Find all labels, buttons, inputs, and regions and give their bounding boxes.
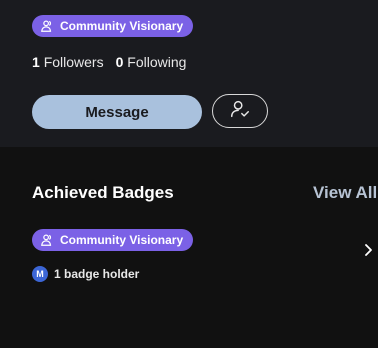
profile-header: Community Visionary 1 Followers 0 Followi… — [0, 0, 378, 147]
user-follow-icon — [229, 98, 251, 125]
view-all-link[interactable]: View All — [313, 183, 377, 203]
badge-label: Community Visionary — [60, 19, 184, 33]
badge-list-item[interactable]: Community Visionary — [32, 229, 194, 251]
badge-holder-count: 1 badge holder — [54, 267, 140, 281]
follow-counts: 1 Followers 0 Following — [32, 54, 186, 70]
avatar: M — [32, 266, 48, 282]
people-icon — [40, 233, 54, 247]
community-badge[interactable]: Community Visionary — [32, 15, 194, 37]
badge-holder-row[interactable]: M 1 badge holder — [32, 266, 139, 282]
followers-count: 1 — [32, 54, 40, 70]
chevron-right-icon[interactable] — [362, 243, 374, 257]
people-icon — [40, 19, 54, 33]
following-count: 0 — [115, 54, 124, 70]
following-label[interactable]: Following — [127, 54, 186, 70]
section-title: Achieved Badges — [32, 183, 174, 202]
followers-label[interactable]: Followers — [44, 54, 104, 70]
message-button[interactable]: Message — [32, 95, 202, 129]
follow-button[interactable] — [212, 94, 268, 128]
badge-label: Community Visionary — [60, 233, 184, 247]
